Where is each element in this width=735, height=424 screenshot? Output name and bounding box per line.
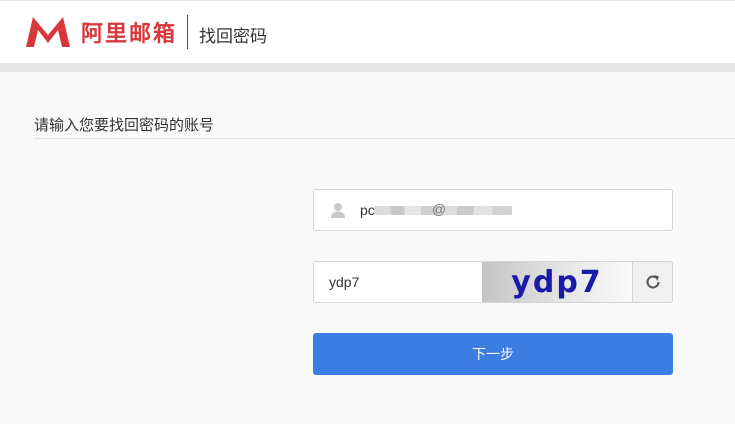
refresh-captcha-button[interactable] xyxy=(632,261,673,303)
header-band xyxy=(0,63,735,72)
account-input[interactable]: pc @ xyxy=(313,189,673,231)
brand-name: 阿里邮箱 xyxy=(81,21,178,46)
header: 阿里邮箱 找回密码 xyxy=(0,0,735,63)
captcha-image: ydp7 xyxy=(482,261,632,303)
user-icon xyxy=(331,203,345,218)
section-divider xyxy=(34,138,735,139)
refresh-icon xyxy=(646,275,659,289)
captcha-input[interactable]: ydp7 xyxy=(313,261,482,303)
page-title: 找回密码 xyxy=(199,27,267,46)
next-step-button[interactable]: 下一步 xyxy=(313,333,673,375)
account-at-sign: @ xyxy=(432,201,447,217)
logo-m-icon xyxy=(26,17,70,47)
logo[interactable]: 阿里邮箱 xyxy=(24,16,177,48)
captcha-image-text: ydp7 xyxy=(511,264,603,300)
account-prefix: pc xyxy=(360,202,375,218)
section-title: 请输入您要找回密码的账号 xyxy=(34,117,215,134)
header-divider xyxy=(187,15,188,49)
